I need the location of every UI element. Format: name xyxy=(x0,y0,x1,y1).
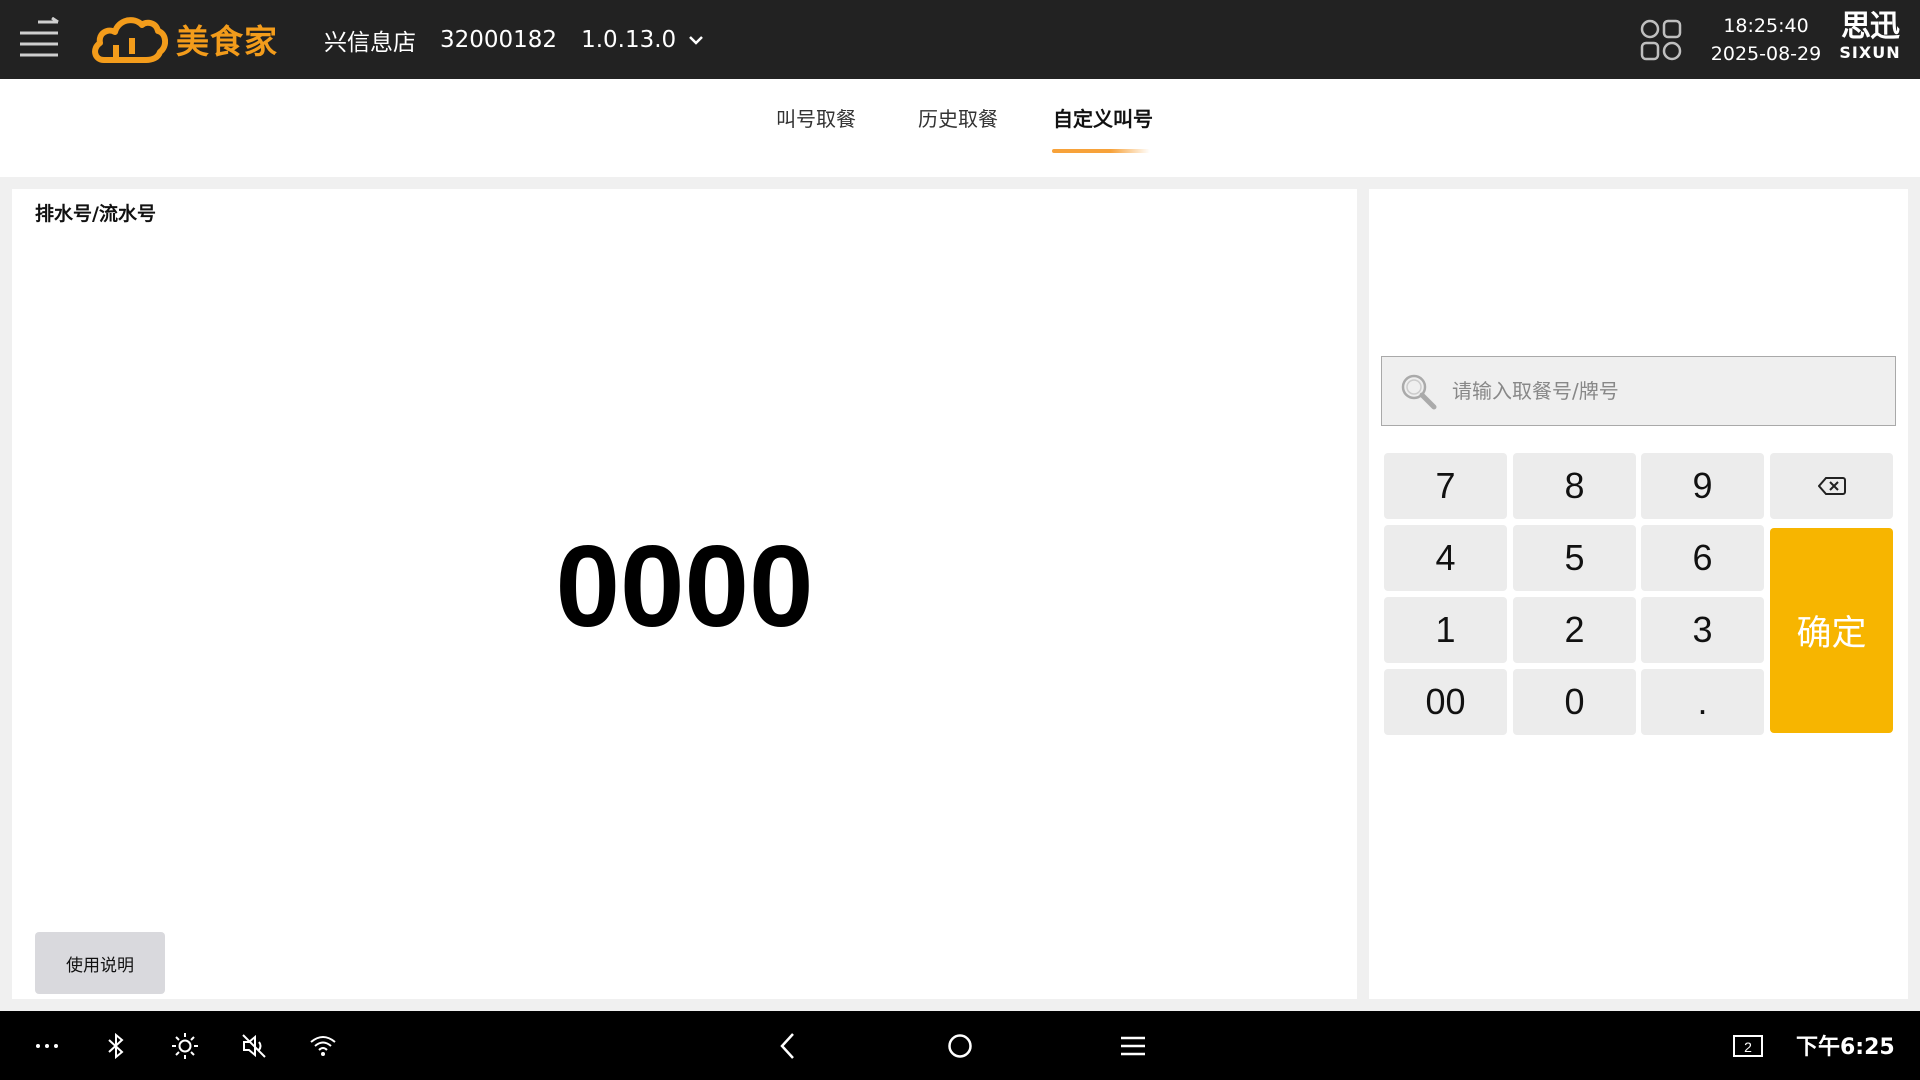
chevron-down-icon xyxy=(689,35,704,45)
clock-time: 18:25:40 xyxy=(1723,15,1809,37)
tab-bar: 叫号取餐 历史取餐 自定义叫号 xyxy=(0,79,1920,177)
system-nav-bar: 2 下午6:25 xyxy=(0,1011,1920,1080)
vendor-name-en: SIXUN xyxy=(1839,43,1901,62)
help-button[interactable]: 使用说明 xyxy=(35,932,165,994)
active-tab-indicator xyxy=(1052,149,1150,153)
key-00[interactable]: 00 xyxy=(1384,669,1507,735)
tab-history-pickup[interactable]: 历史取餐 xyxy=(910,103,1006,143)
store-info: 兴信息店 32000182 1.0.13.0 xyxy=(324,0,706,79)
key-7[interactable]: 7 xyxy=(1384,453,1507,519)
recent-apps-icon[interactable] xyxy=(1116,1029,1150,1063)
key-1[interactable]: 1 xyxy=(1384,597,1507,663)
clock: 18:25:40 2025-08-29 xyxy=(1706,12,1826,68)
version-label: 1.0.13.0 xyxy=(581,26,677,53)
key-8[interactable]: 8 xyxy=(1513,453,1636,519)
current-number: 0000 xyxy=(555,521,814,651)
key-4[interactable]: 4 xyxy=(1384,525,1507,591)
vendor-logo: 思迅 SIXUN xyxy=(1832,10,1908,62)
store-name: 兴信息店 xyxy=(324,29,416,56)
home-icon[interactable] xyxy=(943,1029,977,1063)
back-icon[interactable] xyxy=(771,1029,805,1063)
search-box[interactable] xyxy=(1381,356,1896,426)
top-bar: 美食家 兴信息店 32000182 1.0.13.0 18:25:40 2025… xyxy=(0,0,1920,79)
volume-mute-icon[interactable] xyxy=(237,1029,271,1063)
version-dropdown[interactable]: 1.0.13.0 xyxy=(581,27,706,53)
store-id: 32000182 xyxy=(440,26,558,53)
key-0[interactable]: 0 xyxy=(1513,669,1636,735)
tab-custom-call[interactable]: 自定义叫号 xyxy=(1050,103,1156,143)
more-icon[interactable] xyxy=(30,1029,64,1063)
number-display-panel: 排水号/流水号 0000 使用说明 xyxy=(12,189,1357,999)
tab-call-pickup[interactable]: 叫号取餐 xyxy=(768,103,864,143)
key-9[interactable]: 9 xyxy=(1641,453,1764,519)
menu-icon[interactable] xyxy=(18,16,60,59)
key-6[interactable]: 6 xyxy=(1641,525,1764,591)
screen-icon[interactable]: 2 xyxy=(1730,1029,1766,1063)
wifi-icon[interactable] xyxy=(306,1029,340,1063)
bluetooth-icon[interactable] xyxy=(99,1029,133,1063)
keypad-panel: 7 8 9 4 5 6 1 2 3 00 0 . 确定 xyxy=(1369,189,1908,999)
clock-date: 2025-08-29 xyxy=(1710,43,1822,65)
key-dot[interactable]: . xyxy=(1641,669,1764,735)
system-time: 下午6:25 xyxy=(1796,1035,1895,1060)
cloud-logo-icon xyxy=(92,17,168,63)
brightness-icon[interactable] xyxy=(168,1029,202,1063)
key-2[interactable]: 2 xyxy=(1513,597,1636,663)
screen-badge: 2 xyxy=(1744,1039,1752,1055)
backspace-button[interactable] xyxy=(1770,453,1893,519)
confirm-button[interactable]: 确定 xyxy=(1770,528,1893,733)
apps-grid-icon[interactable] xyxy=(1640,19,1682,61)
key-3[interactable]: 3 xyxy=(1641,597,1764,663)
backspace-icon xyxy=(1817,477,1846,495)
key-5[interactable]: 5 xyxy=(1513,525,1636,591)
panel-label: 排水号/流水号 xyxy=(35,203,156,225)
vendor-name-cn: 思迅 xyxy=(1841,9,1900,44)
search-icon xyxy=(1401,374,1437,410)
app-logo: 美食家 xyxy=(90,12,278,66)
brand-name: 美食家 xyxy=(176,22,278,61)
search-input[interactable] xyxy=(1452,379,1872,403)
